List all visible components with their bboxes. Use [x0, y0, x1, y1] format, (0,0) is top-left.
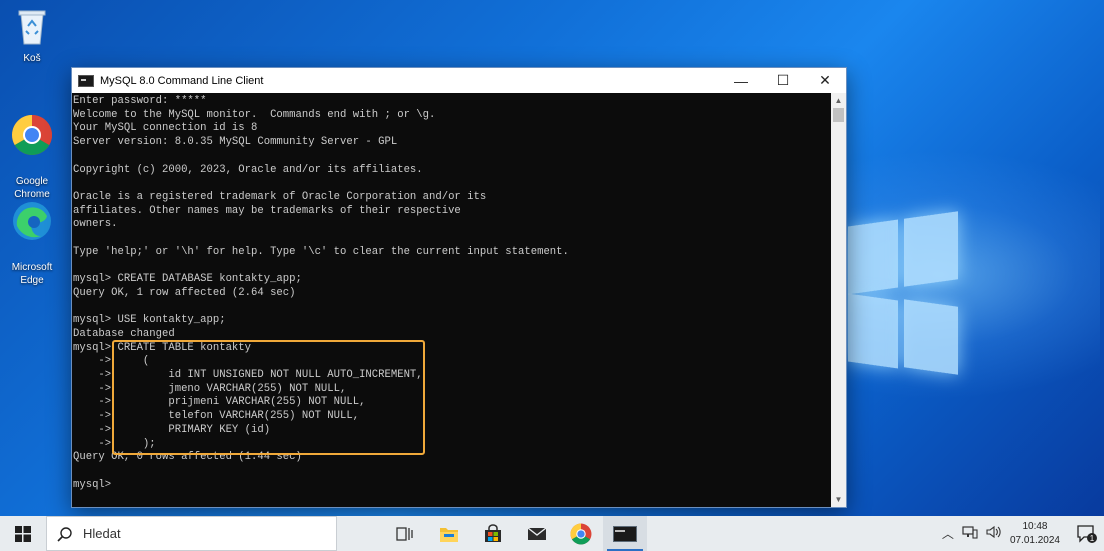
console-scrollbar[interactable]: ▲ ▼ — [831, 93, 846, 507]
tray-overflow-chevron-icon[interactable]: ︿ — [942, 525, 954, 542]
taskbar-mail[interactable] — [515, 516, 559, 551]
highlight-annotation — [112, 340, 425, 455]
console-line: Query OK, 1 row affected (2.64 sec) — [73, 286, 296, 299]
desktop-icon-edge[interactable]: Microsoft Edge — [2, 174, 62, 300]
windows-start-icon — [15, 525, 31, 542]
taskbar-search[interactable]: Hledat — [46, 516, 337, 551]
scroll-up-icon[interactable]: ▲ — [831, 93, 846, 108]
recycle-bin-icon — [2, 6, 62, 50]
window-title: MySQL 8.0 Command Line Client — [100, 74, 264, 87]
desktop-icon-recycle-bin[interactable]: Koš — [2, 6, 62, 65]
console-line: Your MySQL connection id is 8 — [73, 122, 258, 135]
task-view-icon — [396, 526, 413, 541]
notification-icon: 1 — [1077, 524, 1097, 543]
terminal-icon — [78, 74, 94, 87]
desktop-icon-label: Koš — [23, 53, 41, 64]
console-line: Copyright (c) 2000, 2023, Oracle and/or … — [73, 163, 423, 176]
taskbar: Hledat ︿ 10:48 07.01.2024 1 — [0, 516, 1104, 551]
mysql-client-window[interactable]: MySQL 8.0 Command Line Client — ☐ ✕ Ente… — [71, 67, 847, 508]
action-center-button[interactable]: 1 — [1070, 516, 1104, 551]
taskbar-microsoft-store[interactable] — [471, 516, 515, 551]
minimize-button[interactable]: — — [720, 68, 762, 93]
console-line: Type 'help;' or '\h' for help. Type '\c'… — [73, 245, 569, 258]
console-line: Welcome to the MySQL monitor. Commands e… — [73, 108, 436, 121]
search-label: Hledat — [83, 526, 121, 541]
edge-icon — [2, 187, 62, 246]
chrome-icon — [570, 523, 592, 544]
close-button[interactable]: ✕ — [804, 68, 846, 93]
scroll-down-icon[interactable]: ▼ — [831, 492, 846, 507]
volume-icon[interactable] — [986, 525, 1002, 542]
store-icon — [485, 523, 501, 542]
window-titlebar[interactable]: MySQL 8.0 Command Line Client — ☐ ✕ — [72, 68, 846, 93]
console-line: mysql> USE kontakty_app; — [73, 314, 226, 327]
windows-logo-wallpaper — [848, 205, 958, 380]
console-line: owners. — [73, 218, 118, 231]
clock-time: 10:48 — [1022, 520, 1048, 532]
console-line: Server version: 8.0.35 MySQL Community S… — [73, 136, 398, 149]
clock-date: 07.01.2024 — [1009, 534, 1060, 546]
console-line: Enter password: ***** — [73, 95, 207, 107]
start-button[interactable] — [0, 516, 46, 551]
system-tray: ︿ 10:48 07.01.2024 1 — [938, 516, 1104, 551]
taskbar-clock[interactable]: 10:48 07.01.2024 — [1010, 520, 1060, 548]
folder-icon — [440, 527, 458, 542]
console-line: affiliates. Other names may be trademark… — [73, 204, 461, 217]
terminal-icon — [613, 525, 637, 542]
task-view-button[interactable] — [383, 516, 427, 551]
search-icon — [57, 526, 72, 542]
taskbar-google-chrome[interactable] — [559, 516, 603, 551]
taskbar-mysql-client[interactable] — [603, 516, 647, 551]
mail-icon — [527, 526, 547, 540]
console-line: mysql> — [73, 478, 112, 491]
console-line: mysql> CREATE DATABASE kontakty_app; — [73, 273, 302, 286]
maximize-button[interactable]: ☐ — [762, 68, 804, 93]
desktop-icon-label: Microsoft Edge — [11, 262, 53, 286]
taskbar-file-explorer[interactable] — [427, 516, 471, 551]
notification-count: 1 — [1090, 534, 1095, 543]
scrollbar-thumb[interactable] — [833, 108, 844, 122]
chrome-icon — [2, 101, 62, 160]
network-icon[interactable] — [962, 525, 978, 542]
console-line: Oracle is a registered trademark of Orac… — [73, 190, 487, 203]
